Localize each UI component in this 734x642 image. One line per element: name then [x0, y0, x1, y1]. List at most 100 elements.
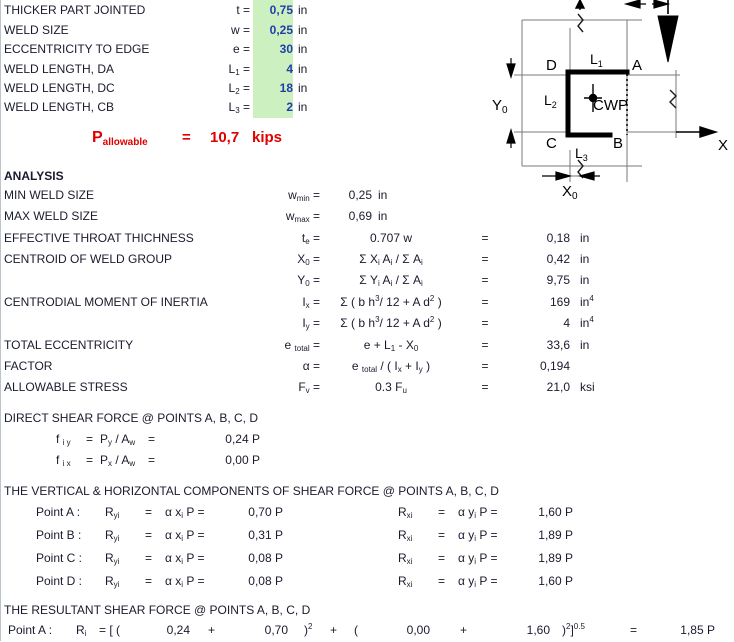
input-symbol-0: t =	[236, 3, 250, 17]
analysis-formula-8: e total / ( Ix + Iy )	[351, 359, 431, 374]
analysis-value-3: 0,42	[546, 252, 570, 266]
input-value-5[interactable]: 2	[253, 97, 293, 117]
input-unit-2: in	[298, 42, 308, 56]
analysis-eq-2: =	[481, 231, 489, 245]
resultant-plus3: +	[460, 623, 468, 637]
components-left-symbol-0: Ryi	[105, 505, 120, 520]
analysis-formula-7: e + L1 - X0	[363, 338, 419, 353]
resultant-v2: 0,70	[264, 623, 288, 637]
components-left-eq-0: =	[145, 505, 153, 519]
direct-shear-value-1: 0,00 P	[225, 453, 260, 467]
components-left-symbol-3: Ryi	[105, 574, 120, 589]
analysis-label-2: EFFECTIVE THROAT THICHNESS	[4, 231, 194, 245]
input-value-0[interactable]: 0,75	[253, 0, 293, 20]
input-symbol-3: L1 =	[228, 62, 250, 77]
input-symbol-4: L2 =	[228, 81, 250, 96]
components-right-eq-0: =	[438, 505, 446, 519]
analysis-symbol-5: Ix =	[302, 295, 320, 310]
input-symbol-2: e =	[232, 42, 250, 56]
diagram-label-l3: L3	[575, 145, 588, 163]
analysis-value-9: 21,0	[546, 380, 570, 394]
components-left-formula-0: α xi P =	[165, 505, 205, 520]
components-left-value-0: 0,70 P	[248, 505, 283, 519]
diagram-label-x-axis: X	[718, 137, 728, 154]
resultant-point: Point A :	[8, 623, 53, 637]
resultant-close1: )2	[304, 622, 313, 637]
diagram-label-l1: L1	[590, 51, 603, 69]
components-right-value-2: 1,89 P	[538, 551, 573, 565]
resultant-plus1: +	[208, 623, 216, 637]
components-title: THE VERTICAL & HORIZONTAL COMPONENTS OF …	[4, 484, 499, 498]
analysis-eq-3: =	[481, 252, 489, 266]
analysis-value-6: 4	[563, 316, 570, 330]
analysis-formula-5: Σ ( b h3/ 12 + A d2 )	[340, 294, 442, 309]
sheet-left-border	[0, 0, 1, 641]
analysis-label-1: MAX WELD SIZE	[4, 209, 99, 223]
analysis-value-4: 9,75	[546, 273, 570, 287]
analysis-formula-2: 0.707 w	[369, 231, 413, 245]
components-right-formula-0: α yi P =	[458, 505, 498, 520]
components-left-formula-1: α xi P =	[165, 528, 205, 543]
analysis-eq-4: =	[481, 273, 489, 287]
input-value-3[interactable]: 4	[253, 59, 293, 79]
analysis-symbol-0: wmin =	[288, 188, 320, 203]
resultant-v1: 0,24	[166, 623, 190, 637]
analysis-unit-9: ksi	[580, 380, 595, 394]
input-label-2: ECCENTRICITY TO EDGE	[4, 42, 150, 56]
analysis-unit-7: in	[580, 338, 590, 352]
allowable-load-value: 10,7	[210, 129, 240, 146]
diagram-label-x0: X0	[562, 183, 578, 200]
diagram-label-l2: L2	[544, 92, 557, 110]
direct-shear-eq2-1: =	[148, 453, 156, 467]
components-left-symbol-2: Ryi	[105, 551, 120, 566]
input-value-2[interactable]: 30	[253, 39, 293, 59]
components-left-value-3: 0,08 P	[248, 574, 283, 588]
analysis-symbol-9: Fv =	[298, 380, 320, 395]
diagram-label-c: C	[546, 135, 557, 152]
diagram-label-b: B	[613, 135, 623, 152]
components-right-symbol-1: Rxi	[398, 528, 413, 543]
resultant-symbol: Ri	[76, 623, 87, 638]
resultant-eq2: =	[630, 623, 638, 637]
direct-shear-eq1-1: =	[86, 453, 94, 467]
input-value-4[interactable]: 18	[253, 78, 293, 98]
analysis-eq-8: =	[481, 359, 489, 373]
components-left-eq-1: =	[145, 528, 153, 542]
input-label-0: THICKER PART JOINTED	[4, 3, 146, 17]
input-unit-1: in	[298, 23, 308, 37]
analysis-symbol-3: X0 =	[297, 252, 320, 267]
components-right-symbol-2: Rxi	[398, 551, 413, 566]
resultant-close2: )2]0.5	[562, 622, 585, 637]
analysis-symbol-7: e total =	[284, 338, 320, 353]
direct-shear-value-0: 0,24 P	[225, 432, 260, 446]
resultant-v3: 0,00	[406, 623, 430, 637]
components-point-2: Point C :	[36, 551, 83, 565]
diagram-label-y0: Y0	[492, 97, 508, 116]
components-right-formula-3: α yi P =	[458, 574, 498, 589]
analysis-label-5: CENTRODIAL MOMENT OF INERTIA	[4, 295, 208, 309]
input-label-5: WELD LENGTH, CB	[4, 100, 115, 114]
components-left-value-2: 0,08 P	[248, 551, 283, 565]
analysis-unit-1: in	[378, 209, 388, 223]
analysis-symbol-1: wmax =	[285, 209, 320, 224]
components-point-0: Point A :	[36, 505, 81, 519]
resultant-value: 1,85 P	[680, 623, 715, 637]
components-right-eq-2: =	[438, 551, 446, 565]
input-label-1: WELD SIZE	[4, 23, 69, 37]
diagram-label-cwp: CWP	[593, 97, 628, 114]
analysis-symbol-2: te =	[301, 231, 320, 246]
weld-group-diagram: D A C B L1 L2 L3 CWP Y0 X0 X	[480, 0, 734, 202]
analysis-value-1: 0,69	[348, 209, 372, 223]
allowable-load-unit: kips	[252, 129, 283, 146]
input-value-1[interactable]: 0,25	[253, 20, 293, 40]
input-unit-0: in	[298, 3, 308, 17]
input-unit-5: in	[298, 100, 308, 114]
components-right-symbol-3: Rxi	[398, 574, 413, 589]
spreadsheet-canvas: THICKER PART JOINTED t = 0,75 in WELD SI…	[0, 0, 734, 641]
resultant-v4: 1,60	[526, 623, 550, 637]
components-left-formula-2: α xi P =	[165, 551, 205, 566]
direct-shear-symbol-1: f i x	[56, 453, 71, 468]
analysis-label-7: TOTAL ECCENTRICITY	[4, 338, 134, 352]
direct-shear-formula-1: Px / Aw	[100, 453, 136, 468]
components-left-symbol-1: Ryi	[105, 528, 120, 543]
